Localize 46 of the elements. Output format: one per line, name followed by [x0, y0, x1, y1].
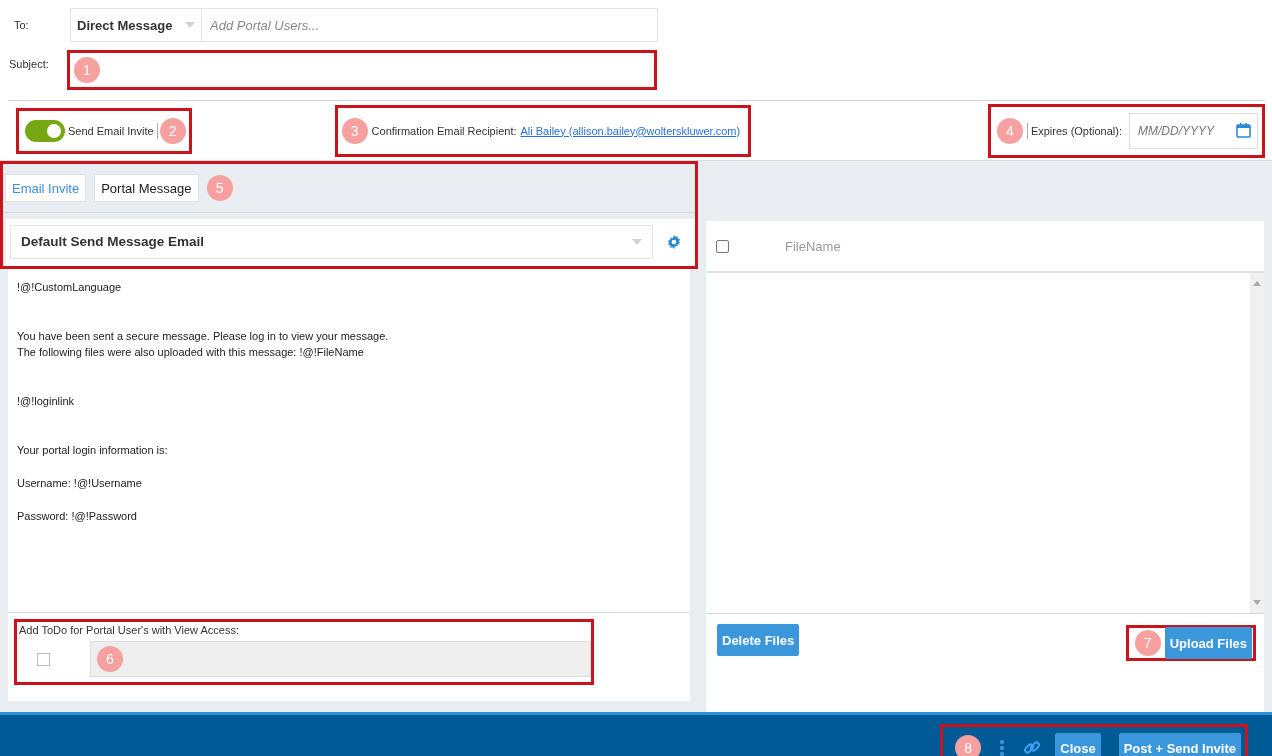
message-text: You have been sent a secure message. Please log in to view your message.: [17, 329, 390, 344]
to-label: To:: [13, 19, 30, 31]
annotation-badge: 6: [97, 646, 123, 672]
checkbox[interactable]: [716, 239, 729, 253]
annotation-badge: 2: [159, 117, 186, 144]
calendar-icon: [1236, 123, 1251, 138]
tab[interactable]: Email Invite: [5, 174, 87, 202]
upload-files-button[interactable]: Upload Files: [1164, 627, 1252, 659]
message-text: !@!CustomLanguage: [17, 280, 123, 295]
annotation-badge: 5: [206, 175, 233, 201]
footer-button[interactable]: Post + Send Invite: [1118, 733, 1241, 756]
footer-button[interactable]: Close: [1055, 733, 1101, 756]
subject-label: Subject:: [8, 58, 50, 70]
portal-users-field[interactable]: Add Portal Users...: [202, 8, 658, 42]
annotation-badge: 3: [341, 117, 368, 144]
toggle-label: Send Email Invite: [67, 122, 158, 139]
expires-label: Expires (Optional):: [1026, 122, 1125, 139]
recipient-link[interactable]: Ali Bailey (allison.bailey@wolterskluwer.com): [520, 124, 741, 137]
annotation-badge: 7: [1134, 630, 1161, 656]
tab[interactable]: Portal Message: [94, 174, 199, 202]
template-dropdown[interactable]: Default Send Message Email: [10, 224, 653, 259]
more-icon[interactable]: [999, 739, 1006, 756]
toggle-switch[interactable]: [25, 119, 65, 142]
scroll-down-icon[interactable]: [1253, 600, 1261, 605]
delete-files-button[interactable]: Delete Files: [717, 624, 800, 656]
link-icon[interactable]: [1023, 739, 1042, 756]
annotation-badge: 8: [955, 735, 982, 756]
message-text: Password: !@!Password: [17, 509, 138, 524]
message-type-dropdown[interactable]: Direct Message: [70, 8, 202, 42]
message-editor[interactable]: [8, 269, 690, 613]
caret-icon: [632, 238, 642, 245]
recipient-label: Confirmation Email Recipient:: [371, 124, 517, 137]
message-text: Your portal login information is:: [17, 443, 169, 458]
date-field[interactable]: MM/DD/YYYY: [1129, 112, 1258, 149]
todo-label: Add ToDo for Portal User's with View Access:: [19, 624, 240, 636]
annotation-badge: 1: [74, 57, 100, 83]
scroll-up-icon[interactable]: [1253, 281, 1261, 286]
caret-icon: [185, 22, 195, 28]
scrollbar[interactable]: [1250, 273, 1264, 613]
message-text: The following files were also uploaded with this message: !@!FileName: [17, 345, 365, 360]
message-text: !@!loginlink: [17, 394, 76, 409]
settings-icon[interactable]: [667, 234, 681, 249]
column-header: FileName: [785, 238, 841, 254]
annotation-badge: 4: [996, 117, 1023, 144]
checkbox[interactable]: [37, 652, 50, 666]
message-text: Username: !@!Username: [17, 476, 143, 491]
